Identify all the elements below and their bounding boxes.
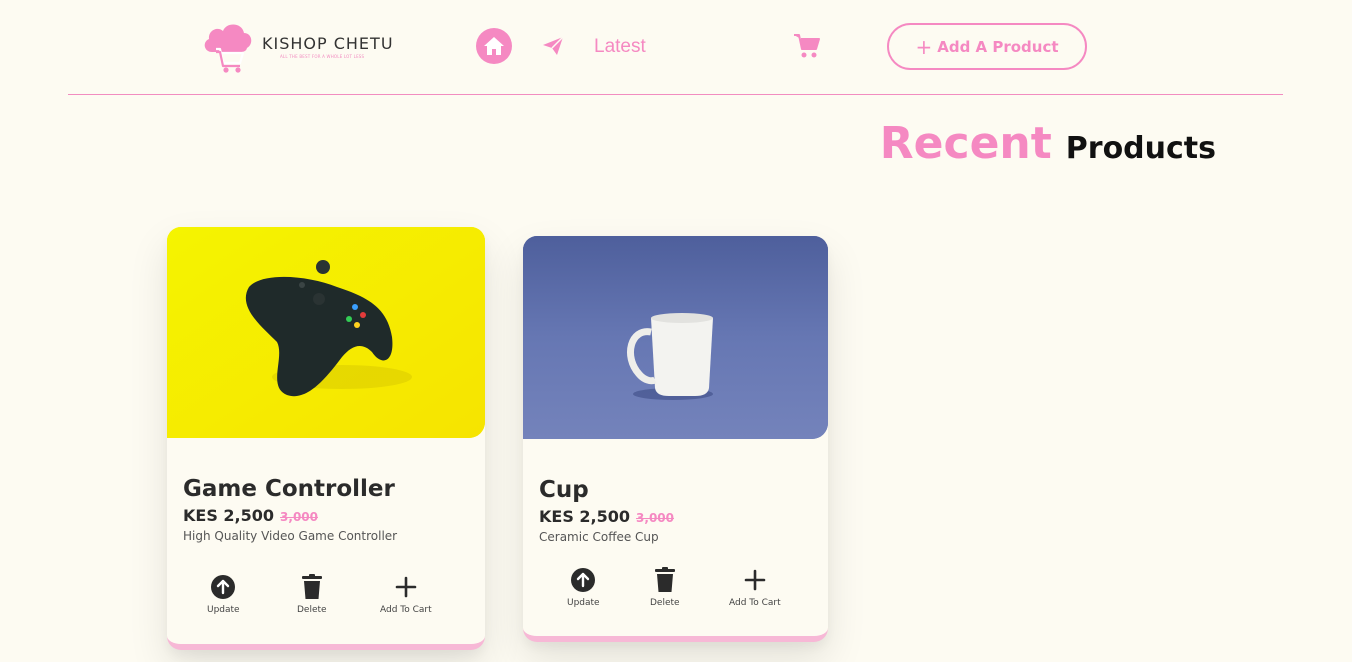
nav-link-latest[interactable]: Latest <box>594 36 646 58</box>
delete-label: Delete <box>297 605 327 615</box>
delete-button[interactable]: Delete <box>650 567 680 608</box>
arrow-up-circle-icon <box>211 575 236 599</box>
product-image[interactable] <box>167 227 485 438</box>
product-old-price: 3,000 <box>636 511 674 525</box>
trash-icon <box>301 574 322 599</box>
add-to-cart-button[interactable]: Add To Cart <box>380 574 432 615</box>
coffee-cup-photo <box>523 236 828 439</box>
home-button[interactable] <box>476 28 512 64</box>
update-label: Update <box>567 598 600 608</box>
heading-main: Products <box>1065 131 1216 166</box>
navbar: KISHOP CHETU ALL THE BEST FOR A WHOLE LO… <box>0 0 1352 95</box>
product-price: KES 2,500 <box>539 507 631 526</box>
brand-logo[interactable]: KISHOP CHETU ALL THE BEST FOR A WHOLE LO… <box>200 18 394 74</box>
brand-tagline: ALL THE BEST FOR A WHOLE LOT LESS <box>280 53 365 59</box>
paper-plane-icon[interactable] <box>542 36 564 56</box>
add-to-cart-label: Add To Cart <box>380 605 432 615</box>
home-icon <box>484 37 504 55</box>
update-label: Update <box>207 605 240 615</box>
product-title: Cup <box>539 477 589 503</box>
product-description: Ceramic Coffee Cup <box>539 530 659 544</box>
heading-accent: Recent <box>879 118 1052 169</box>
section-heading: Recent Products <box>880 118 1216 169</box>
nav-divider <box>68 94 1283 95</box>
shopping-cart-icon[interactable] <box>793 33 821 59</box>
plus-icon: + <box>915 34 933 59</box>
cloud-cart-logo-icon <box>204 24 252 73</box>
product-price: KES 2,500 <box>183 506 275 525</box>
add-to-cart-label: Add To Cart <box>729 598 781 608</box>
arrow-up-circle-icon <box>571 568 596 592</box>
delete-label: Delete <box>650 598 680 608</box>
delete-button[interactable]: Delete <box>297 574 327 615</box>
plus-icon <box>744 569 766 591</box>
add-product-button[interactable]: + Add A Product <box>887 23 1087 70</box>
product-card: Game Controller KES 2,500 3,000 High Qua… <box>167 227 485 650</box>
product-title: Game Controller <box>183 476 395 502</box>
product-card: Cup KES 2,500 3,000 Ceramic Coffee Cup U… <box>523 236 828 642</box>
add-product-label: Add A Product <box>937 37 1059 56</box>
update-button[interactable]: Update <box>567 567 600 608</box>
add-to-cart-button[interactable]: Add To Cart <box>729 567 781 608</box>
product-description: High Quality Video Game Controller <box>183 529 398 543</box>
game-controller-photo <box>167 227 485 438</box>
update-button[interactable]: Update <box>207 574 240 615</box>
product-image[interactable] <box>523 236 828 439</box>
trash-icon <box>654 567 675 592</box>
plus-icon <box>395 576 417 598</box>
brand-name: KISHOP CHETU <box>262 33 394 53</box>
product-old-price: 3,000 <box>280 510 318 524</box>
